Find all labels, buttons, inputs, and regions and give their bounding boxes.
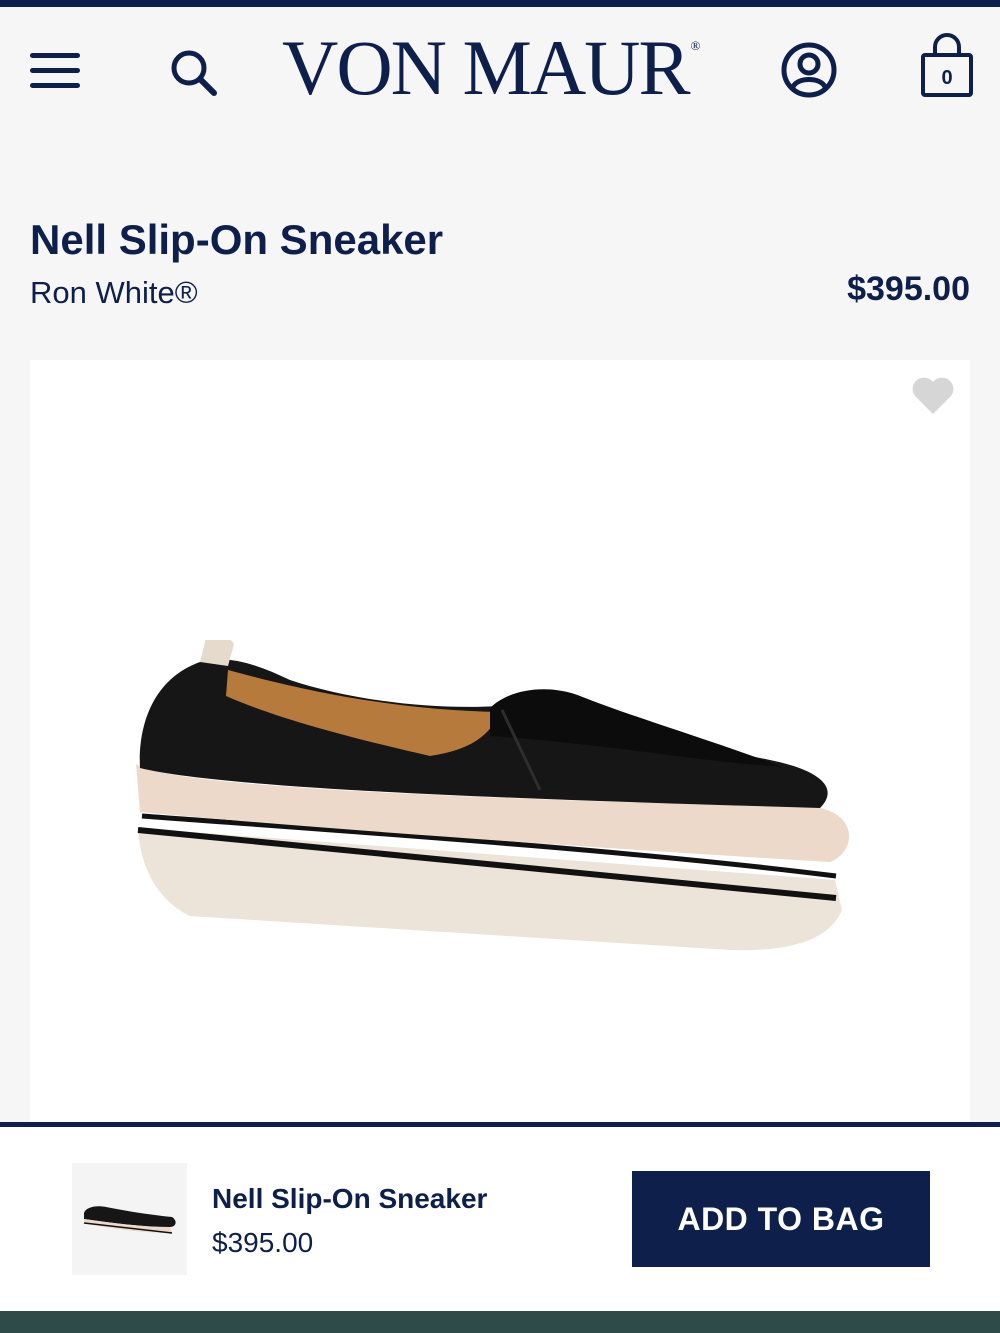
sticky-add-to-bag-bar: Nell Slip-On Sneaker $395.00 ADD TO BAG [0, 1127, 1000, 1311]
bag-count-badge: 0 [941, 67, 953, 89]
von-maur-logo[interactable]: VON MAUR ® [282, 29, 700, 107]
product-title: Nell Slip-On Sneaker [30, 216, 444, 263]
search-icon[interactable] [166, 45, 220, 99]
account-icon[interactable] [780, 41, 838, 99]
heart-icon[interactable] [910, 376, 956, 416]
sticky-product-title: Nell Slip-On Sneaker [212, 1183, 488, 1214]
product-thumbnail [72, 1163, 187, 1275]
shopping-bag-button[interactable]: 0 [918, 33, 976, 99]
sticky-product-price: $395.00 [212, 1227, 314, 1258]
product-brand-link[interactable]: Ron White® [30, 275, 198, 311]
site-header: VON MAUR ® 0 [0, 7, 1000, 137]
hamburger-menu-icon[interactable] [30, 53, 80, 89]
add-to-bag-button[interactable]: ADD TO BAG [632, 1171, 930, 1267]
top-border [0, 0, 1000, 7]
shoe-image [136, 640, 850, 951]
footer-bar [0, 1311, 1000, 1333]
product-price: $395.00 [847, 270, 970, 308]
product-image[interactable] [30, 360, 970, 1125]
